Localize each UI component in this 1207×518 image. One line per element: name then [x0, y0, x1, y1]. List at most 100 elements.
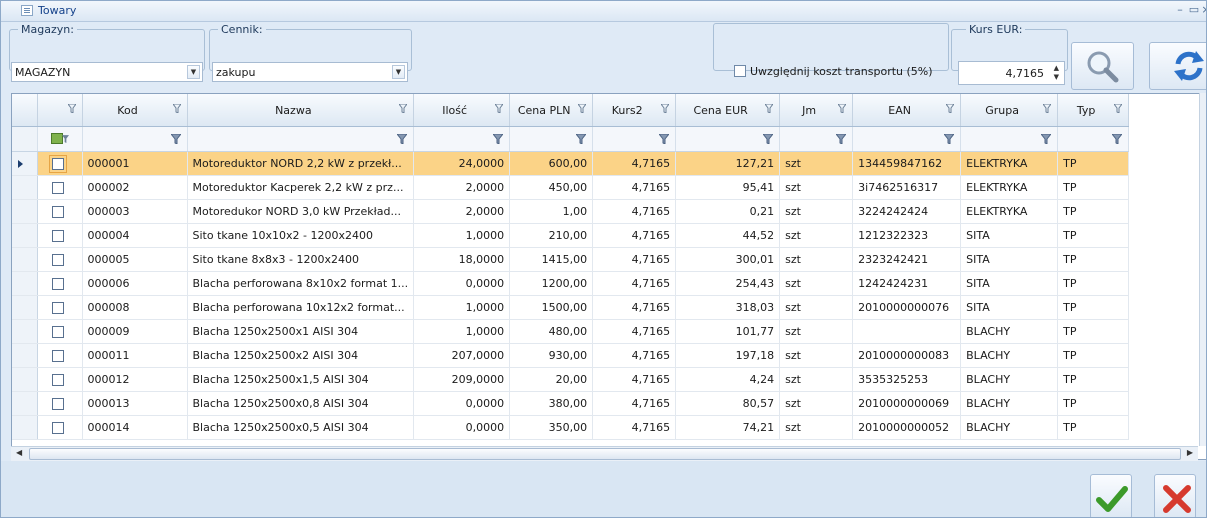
- checkbox[interactable]: [51, 206, 64, 218]
- column-header-4[interactable]: Kurs2: [592, 94, 677, 127]
- table-row[interactable]: 000012 Blacha 1250x2500x1,5 AISI 304 209,0…: [12, 367, 1130, 392]
- chevron-down-icon[interactable]: ▼: [187, 65, 200, 79]
- checkbox[interactable]: [51, 278, 64, 290]
- filter-icon[interactable]: [763, 134, 774, 144]
- row-checkbox[interactable]: [37, 295, 83, 320]
- filter-icon[interactable]: [1114, 104, 1123, 113]
- filter-icon[interactable]: [944, 134, 955, 144]
- column-header-9[interactable]: Typ: [1057, 94, 1130, 127]
- chevron-down-icon[interactable]: ▼: [392, 65, 405, 79]
- row-checkbox[interactable]: [37, 271, 83, 296]
- filter-cell-5[interactable]: [675, 126, 781, 152]
- column-header-1[interactable]: Nazwa: [187, 94, 415, 127]
- filter-icon[interactable]: [661, 104, 670, 113]
- row-checkbox[interactable]: [37, 415, 83, 440]
- table-row[interactable]: 000001 Motoreduktor NORD 2,2 kW z przekł.…: [12, 151, 1130, 176]
- column-header-2[interactable]: Ilość: [413, 94, 511, 127]
- close-window-button[interactable]: ×: [1199, 3, 1206, 16]
- filter-icon[interactable]: [1112, 134, 1123, 144]
- row-checkbox[interactable]: [37, 343, 83, 368]
- table-row[interactable]: 000003 Motoredukor NORD 3,0 kW Przekład..…: [12, 199, 1130, 224]
- refresh-button[interactable]: [1149, 42, 1206, 90]
- checkbox[interactable]: [51, 182, 64, 194]
- filter-icon[interactable]: [172, 104, 181, 113]
- scroll-right-icon[interactable]: ▶: [1187, 448, 1193, 457]
- filter-icon[interactable]: [493, 134, 504, 144]
- filter-cell-1[interactable]: [187, 126, 415, 152]
- filter-icon[interactable]: [765, 104, 774, 113]
- filter-icon[interactable]: [576, 134, 587, 144]
- row-checkbox[interactable]: [37, 151, 83, 176]
- filter-cell-6[interactable]: [779, 126, 854, 152]
- row-checkbox[interactable]: [37, 199, 83, 224]
- scroll-thumb[interactable]: [29, 448, 1181, 460]
- checkbox[interactable]: [51, 254, 64, 266]
- kurs-input[interactable]: 4,7165 ▲ ▼: [958, 61, 1065, 85]
- column-header-3[interactable]: Cena PLN: [509, 94, 594, 127]
- filter-icon[interactable]: [67, 104, 76, 113]
- checkbox[interactable]: [51, 350, 64, 362]
- filter-icon[interactable]: [495, 104, 504, 113]
- header-checkbox-column[interactable]: [37, 94, 83, 127]
- filter-icon[interactable]: [946, 104, 955, 113]
- table-row[interactable]: 000006 Blacha perforowana 8x10x2 format 1…: [12, 271, 1130, 296]
- scroll-left-icon[interactable]: ◀: [16, 448, 22, 457]
- filter-icon[interactable]: [838, 104, 847, 113]
- filter-cell-2[interactable]: [413, 126, 511, 152]
- magazyn-label: Magazyn:: [21, 23, 74, 36]
- row-checkbox[interactable]: [37, 175, 83, 200]
- row-checkbox[interactable]: [37, 223, 83, 248]
- column-header-7[interactable]: EAN: [852, 94, 962, 127]
- checkbox[interactable]: [51, 326, 64, 338]
- filter-icon[interactable]: [399, 104, 408, 113]
- table-row[interactable]: 000009 Blacha 1250x2500x1 AISI 304 1,0000 4…: [12, 319, 1130, 344]
- filter-icon[interactable]: [170, 134, 181, 144]
- table-cell: 4,7165: [592, 271, 677, 296]
- table-row[interactable]: 000002 Motoreduktor Kacperek 2,2 kW z prz…: [12, 175, 1130, 200]
- table-row[interactable]: 000008 Blacha perforowana 10x12x2 format.…: [12, 295, 1130, 320]
- filter-icon[interactable]: [397, 134, 408, 144]
- vertical-scrollbar[interactable]: [1199, 93, 1206, 446]
- filter-cell-0[interactable]: [82, 126, 188, 152]
- filter-checkbox-cell[interactable]: [37, 126, 83, 152]
- table-row[interactable]: 000014 Blacha 1250x2500x0,5 AISI 304 0,000…: [12, 415, 1130, 440]
- row-checkbox[interactable]: [37, 391, 83, 416]
- table-row[interactable]: 000004 Sito tkane 10x10x2 - 1200x2400 1,00…: [12, 223, 1130, 248]
- checkbox[interactable]: [51, 398, 64, 410]
- filter-icon[interactable]: [578, 104, 587, 113]
- ok-button[interactable]: [1090, 474, 1132, 517]
- filter-icon[interactable]: [61, 135, 69, 143]
- column-header-0[interactable]: Kod: [82, 94, 188, 127]
- table-row[interactable]: 000013 Blacha 1250x2500x0,8 AISI 304 0,000…: [12, 391, 1130, 416]
- spinner-arrows-icon[interactable]: ▲ ▼: [1054, 64, 1059, 82]
- search-button[interactable]: [1071, 42, 1134, 90]
- row-checkbox[interactable]: [37, 319, 83, 344]
- checkbox[interactable]: [51, 422, 64, 434]
- minimize-button[interactable]: –: [1173, 3, 1187, 16]
- filter-cell-7[interactable]: [852, 126, 962, 152]
- cancel-button[interactable]: [1154, 474, 1196, 517]
- filter-icon[interactable]: [836, 134, 847, 144]
- filter-cell-3[interactable]: [509, 126, 594, 152]
- filter-icon[interactable]: [659, 134, 670, 144]
- filter-cell-4[interactable]: [592, 126, 677, 152]
- horizontal-scrollbar[interactable]: ◀ ▶: [11, 446, 1198, 461]
- table-row[interactable]: 000011 Blacha 1250x2500x2 AISI 304 207,000…: [12, 343, 1130, 368]
- row-checkbox[interactable]: [37, 247, 83, 272]
- filter-cell-8[interactable]: [960, 126, 1059, 152]
- column-header-5[interactable]: Cena EUR: [675, 94, 781, 127]
- column-header-8[interactable]: Grupa: [960, 94, 1059, 127]
- checkbox[interactable]: [48, 155, 67, 173]
- checkbox[interactable]: [51, 374, 64, 386]
- checkbox[interactable]: [51, 302, 64, 314]
- cennik-select[interactable]: zakupu ▼: [212, 62, 408, 82]
- filter-icon[interactable]: [1041, 134, 1052, 144]
- filter-cell-9[interactable]: [1057, 126, 1130, 152]
- row-checkbox[interactable]: [37, 367, 83, 392]
- magazyn-select[interactable]: MAGAZYN ▼: [11, 62, 203, 82]
- checkbox[interactable]: [51, 230, 64, 242]
- column-header-6[interactable]: Jm: [779, 94, 854, 127]
- table-row[interactable]: 000005 Sito tkane 8x8x3 - 1200x2400 18,000…: [12, 247, 1130, 272]
- filter-icon[interactable]: [1043, 104, 1052, 113]
- transport-checkbox[interactable]: [734, 65, 746, 77]
